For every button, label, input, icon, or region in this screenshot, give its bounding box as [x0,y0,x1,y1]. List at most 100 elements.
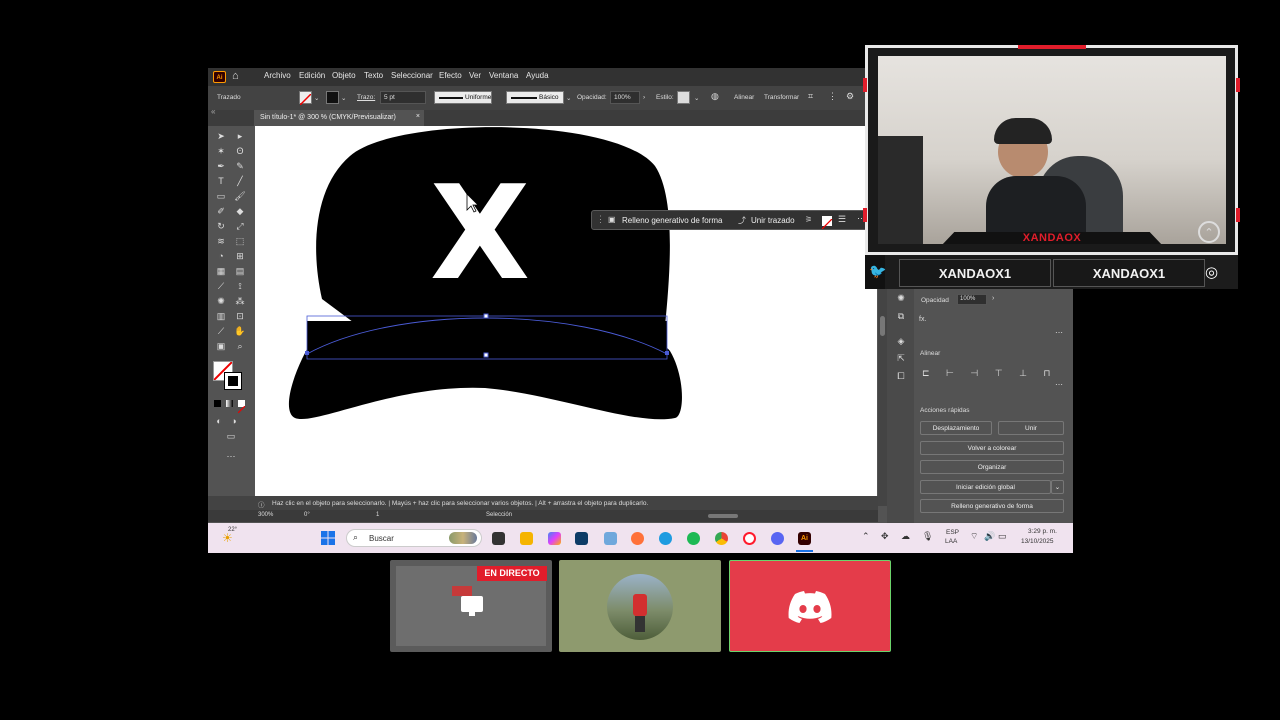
screen-mode-icon[interactable]: ▭ [225,430,237,442]
join-path-icon[interactable]: ⤴ [738,215,746,226]
generative-shape-fill-icon[interactable]: ▣ [608,215,616,224]
recolor-button[interactable]: Volver a colorear [920,441,1064,455]
gradient-tool-icon[interactable]: ▤ [234,265,246,277]
stroke-label[interactable]: Trazo: [357,94,375,101]
lasso-tool-icon[interactable]: ʘ [234,145,246,157]
paintbrush-tool-icon[interactable]: 🖌 [234,190,246,202]
arrange-icon[interactable]: ⋮ [828,91,837,102]
layers-panel-icon[interactable]: ◈ [895,335,907,347]
export-panel-icon[interactable]: ⇱ [895,352,907,364]
contextual-fill-swatch[interactable] [821,216,833,230]
microphone-icon[interactable]: 🎙 [922,531,933,542]
simplify-icon[interactable]: ⚞ [805,215,812,224]
menu-archivo[interactable]: Archivo [264,71,291,80]
appearance-more-icon[interactable]: ⋯ [1055,328,1063,337]
illustrator-taskbar-icon[interactable]: Ai [798,532,811,545]
discord-taskbar-icon[interactable] [771,532,784,545]
global-edit-button[interactable]: Iniciar edición global [920,480,1051,494]
stroke-swatch[interactable] [326,91,339,104]
isolate-icon[interactable]: ⌗ [808,91,813,102]
document-tab[interactable]: Sin título-1* @ 300 % (CMYK/Previsualiza… [254,110,424,126]
rotation-value[interactable]: 0° [304,512,310,518]
clock-date[interactable]: 13/10/2025 [1021,538,1054,545]
artboard-canvas[interactable]: X [255,126,877,496]
free-transform-tool-icon[interactable]: ⬚ [234,235,246,247]
blend-tool-icon[interactable]: ⟟ [234,280,246,292]
scale-tool-icon[interactable]: ⤢ [234,220,246,232]
menu-efecto[interactable]: Efecto [439,71,462,80]
generative-fill-action[interactable]: Relleno generativo de forma [622,216,723,225]
color-mode-icon[interactable] [214,400,221,407]
stroke-color-swatch[interactable] [224,372,242,390]
draw-normal-icon[interactable]: ◐ [213,415,225,427]
shaper-tool-icon[interactable]: ✐ [215,205,227,217]
onedrive-icon[interactable]: ☁ [901,531,910,542]
clock-time[interactable]: 3:29 p. m. [1028,528,1057,535]
properties-panel-icon[interactable]: ✺ [895,292,907,304]
opera-icon[interactable] [743,532,756,545]
menu-ayuda[interactable]: Ayuda [526,71,549,80]
pen-tool-icon[interactable]: ✒ [215,160,227,172]
more-options-icon[interactable]: ⚙ [846,91,854,102]
home-icon[interactable]: ⌂ [232,70,239,82]
generative-fill-button[interactable]: Relleno generativo de forma [920,499,1064,513]
artboard-tool-icon[interactable]: ⊡ [234,310,246,322]
edit-toolbar-icon[interactable]: ⋯ [225,450,237,462]
collapse-toolbox-icon[interactable]: « [211,107,215,116]
language-top[interactable]: ESP [946,529,959,536]
contextual-menu-icon[interactable]: ☰ [838,214,846,225]
shape-builder-tool-icon[interactable]: ◔ [215,250,227,262]
file-explorer-icon[interactable] [520,532,533,545]
selection-tool-icon[interactable]: ➤ [215,130,227,142]
arrange-button[interactable]: Organizar [920,460,1064,474]
weather-icon[interactable]: ☀ [222,531,233,545]
perspective-grid-tool-icon[interactable]: ⊞ [234,250,246,262]
discord-thumbnail[interactable] [729,560,891,652]
windows-start-icon[interactable] [321,531,335,545]
align-buttons-row[interactable]: ⊏ ⊢ ⊣ ⊤ ⊥ ⊓ [922,368,1062,380]
instagram-icon[interactable]: ◎ [1205,263,1218,281]
stroke-dropdown-icon[interactable]: ⌄ [341,94,346,102]
dropbox-icon[interactable]: ✥ [881,531,889,542]
appearance-opacity-field[interactable]: 100% [957,294,987,305]
opacity-arrow-icon[interactable]: › [643,94,645,101]
mesh-tool-icon[interactable]: ▦ [215,265,227,277]
align-more-icon[interactable]: ⋯ [1055,380,1063,389]
menu-ventana[interactable]: Ventana [489,71,518,80]
magic-wand-tool-icon[interactable]: ✶ [215,145,227,157]
battery-icon[interactable]: ▭ [998,531,1007,542]
vertical-scroll-thumb[interactable] [880,316,885,336]
rectangle-tool-icon[interactable]: ▭ [215,190,227,202]
fill-dropdown-icon[interactable]: ⌄ [314,94,319,102]
draw-behind-icon[interactable]: ◑ [228,415,240,427]
libraries-panel-icon[interactable]: ⧉ [895,310,907,322]
stroke-weight-field[interactable]: 5 pt [380,91,426,104]
graph-tool-icon[interactable]: ▥ [215,310,227,322]
opacity-expand-icon[interactable]: › [992,295,994,302]
participant-thumbnail[interactable] [559,560,721,652]
curvature-tool-icon[interactable]: ✎ [234,160,246,172]
transform-link[interactable]: Transformar [764,94,799,101]
direct-selection-tool-icon[interactable]: ▸ [234,130,246,142]
store-icon[interactable] [575,532,588,545]
screen-share-thumbnail[interactable]: EN DIRECTO [390,560,552,652]
horizontal-scroll-thumb[interactable] [708,514,738,518]
menu-seleccionar[interactable]: Seleccionar [391,71,433,80]
zoom-level[interactable]: 300% [258,512,273,518]
firefox-icon[interactable] [631,532,644,545]
style-swatch[interactable] [677,91,690,104]
show-hidden-icons-icon[interactable]: ⌃ [862,531,870,542]
fx-button[interactable]: fx. [919,316,926,323]
artboard-number[interactable]: 1 [376,512,379,518]
opacity-field[interactable]: 100% [610,91,640,104]
menu-objeto[interactable]: Objeto [332,71,356,80]
instagram-handle[interactable]: XANDAOX1 [1054,266,1204,281]
print-tiling-tool-icon[interactable]: ▣ [215,340,227,352]
gradient-mode-icon[interactable] [226,400,233,407]
photos-icon[interactable] [604,532,617,545]
cap-artwork[interactable]: X [255,126,877,496]
offset-path-button[interactable]: Desplazamiento [920,421,992,435]
warp-tool-icon[interactable]: ≋ [215,235,227,247]
join-path-action[interactable]: Unir trazado [751,216,795,225]
wifi-icon[interactable]: ⌔ [970,531,978,542]
